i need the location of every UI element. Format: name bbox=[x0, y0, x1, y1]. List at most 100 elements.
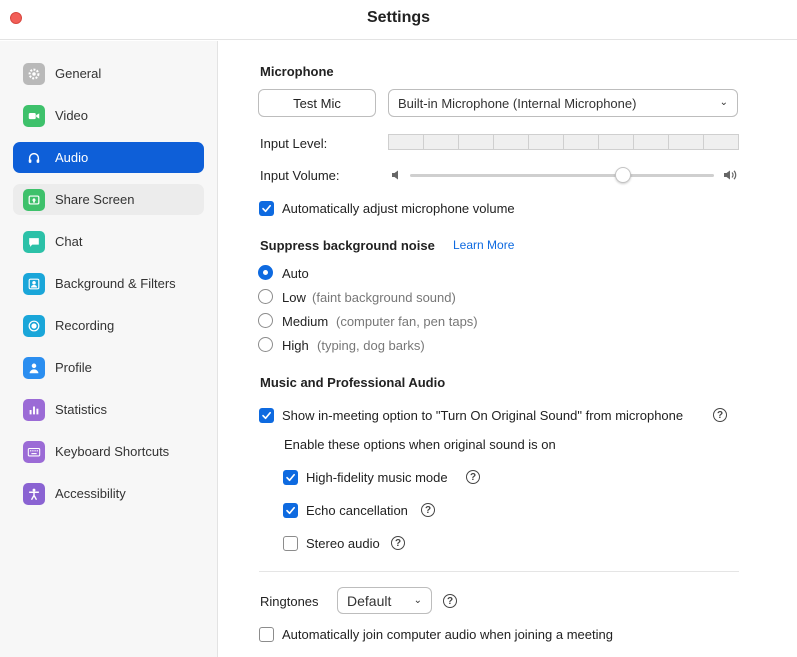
input-level-segment bbox=[528, 134, 564, 150]
sidebar-item-label: General bbox=[55, 66, 102, 81]
stereo-audio-label: Stereo audio bbox=[306, 536, 380, 551]
help-icon[interactable]: ? bbox=[713, 408, 727, 422]
suppress-noise-heading: Suppress background noise bbox=[260, 238, 435, 253]
input-volume-slider-handle[interactable] bbox=[614, 167, 631, 183]
auto-join-audio-label: Automatically join computer audio when j… bbox=[282, 627, 613, 642]
input-volume-label: Input Volume: bbox=[260, 168, 340, 183]
person-frame-icon bbox=[23, 272, 45, 295]
input-level-segment bbox=[598, 134, 634, 150]
echo-cancellation-label: Echo cancellation bbox=[306, 503, 408, 518]
sidebar-item-label: Share Screen bbox=[55, 192, 135, 207]
noise-auto-label: Auto bbox=[282, 266, 309, 281]
keyboard-icon bbox=[23, 440, 45, 463]
person-icon bbox=[23, 356, 45, 379]
sidebar-item-recording[interactable]: Recording bbox=[13, 310, 204, 341]
input-level-segment bbox=[563, 134, 599, 150]
sidebar-item-background-filters[interactable]: Background & Filters bbox=[13, 268, 204, 299]
microphone-heading: Microphone bbox=[260, 64, 334, 79]
input-level-label: Input Level: bbox=[260, 136, 328, 151]
help-icon[interactable]: ? bbox=[443, 594, 457, 608]
auto-adjust-volume-label: Automatically adjust microphone volume bbox=[282, 201, 515, 216]
microphone-device-value: Built-in Microphone (Internal Microphone… bbox=[398, 95, 637, 111]
noise-high-hint: (typing, dog barks) bbox=[317, 338, 425, 353]
sidebar-item-share-screen[interactable]: Share Screen bbox=[13, 184, 204, 215]
sidebar-item-statistics[interactable]: Statistics bbox=[13, 394, 204, 425]
speaker-high-icon bbox=[723, 168, 739, 186]
video-camera-icon bbox=[23, 104, 45, 127]
gear-icon bbox=[23, 62, 45, 85]
music-audio-heading: Music and Professional Audio bbox=[260, 375, 446, 390]
help-icon[interactable]: ? bbox=[466, 470, 480, 484]
noise-low-radio[interactable] bbox=[258, 289, 273, 304]
noise-medium-hint: (computer fan, pen taps) bbox=[336, 314, 478, 329]
microphone-device-select[interactable]: Built-in Microphone (Internal Microphone… bbox=[388, 89, 738, 117]
section-divider bbox=[259, 571, 739, 572]
enable-options-note: Enable these options when original sound… bbox=[284, 437, 556, 452]
help-icon[interactable]: ? bbox=[391, 536, 405, 550]
sidebar-item-label: Statistics bbox=[55, 402, 108, 417]
learn-more-link[interactable]: Learn More bbox=[453, 238, 514, 252]
title-bar: Settings bbox=[0, 0, 797, 40]
sidebar-item-label: Keyboard Shortcuts bbox=[55, 444, 170, 459]
sidebar-item-label: Chat bbox=[55, 234, 83, 249]
stereo-audio-checkbox[interactable] bbox=[283, 536, 298, 551]
input-level-segment bbox=[633, 134, 669, 150]
help-icon[interactable]: ? bbox=[421, 503, 435, 517]
sidebar-item-profile[interactable]: Profile bbox=[13, 352, 204, 383]
input-level-segment bbox=[423, 134, 459, 150]
input-level-segment bbox=[388, 134, 424, 150]
ringtones-label: Ringtones bbox=[260, 594, 319, 609]
sidebar-item-chat[interactable]: Chat bbox=[13, 226, 204, 257]
show-original-sound-checkbox[interactable] bbox=[259, 408, 274, 423]
sidebar-item-audio[interactable]: Audio bbox=[13, 142, 204, 173]
chat-bubble-icon bbox=[23, 230, 45, 253]
noise-high-label: High bbox=[282, 338, 309, 353]
chevron-down-icon: ⌄ bbox=[413, 594, 422, 606]
sidebar-item-label: Video bbox=[55, 108, 89, 123]
noise-auto-radio[interactable] bbox=[258, 265, 273, 280]
audio-settings-panel: Microphone Test Mic Built-in Microphone … bbox=[219, 41, 797, 657]
checkmark-icon bbox=[262, 411, 271, 420]
echo-cancellation-checkbox[interactable] bbox=[283, 503, 298, 518]
input-level-segment bbox=[458, 134, 494, 150]
input-level-segment bbox=[703, 134, 739, 150]
ringtones-value: Default bbox=[347, 592, 392, 609]
window-title: Settings bbox=[366, 9, 431, 26]
headphones-icon bbox=[23, 147, 45, 169]
high-fidelity-checkbox[interactable] bbox=[283, 470, 298, 485]
sidebar-item-label: Audio bbox=[55, 150, 89, 165]
accessibility-icon bbox=[23, 482, 45, 505]
bar-chart-icon bbox=[23, 398, 45, 421]
sidebar-item-video[interactable]: Video bbox=[13, 100, 204, 131]
noise-high-radio[interactable] bbox=[258, 337, 273, 352]
checkmark-icon bbox=[262, 204, 271, 213]
checkmark-icon bbox=[286, 473, 295, 482]
noise-medium-label: Medium bbox=[282, 314, 329, 329]
input-volume-slider-track[interactable] bbox=[410, 174, 714, 177]
sidebar-item-keyboard-shortcuts[interactable]: Keyboard Shortcuts bbox=[13, 436, 204, 467]
sidebar-item-general[interactable]: General bbox=[13, 58, 204, 89]
checkmark-icon bbox=[286, 506, 295, 515]
sidebar-item-label: Background & Filters bbox=[55, 276, 176, 291]
sidebar-item-accessibility[interactable]: Accessibility bbox=[13, 478, 204, 509]
input-level-segment bbox=[668, 134, 704, 150]
test-mic-button[interactable]: Test Mic bbox=[258, 89, 376, 117]
sidebar-item-label: Recording bbox=[55, 318, 115, 333]
input-level-segment bbox=[493, 134, 529, 150]
speaker-low-icon bbox=[391, 168, 401, 186]
noise-medium-radio[interactable] bbox=[258, 313, 273, 328]
noise-low-label: Low bbox=[282, 290, 306, 305]
ringtones-select[interactable]: Default ⌄ bbox=[337, 587, 432, 614]
show-original-sound-label: Show in-meeting option to "Turn On Origi… bbox=[282, 408, 684, 423]
share-screen-icon bbox=[23, 188, 45, 211]
auto-join-audio-checkbox[interactable] bbox=[259, 627, 274, 642]
input-level-meter bbox=[388, 134, 739, 150]
sidebar-item-label: Accessibility bbox=[55, 486, 126, 501]
chevron-down-icon: ⌄ bbox=[719, 96, 728, 108]
auto-adjust-volume-checkbox[interactable] bbox=[259, 201, 274, 216]
sidebar: General Video Audio Share Screen Chat Ba… bbox=[0, 41, 218, 657]
record-icon bbox=[23, 314, 45, 337]
high-fidelity-label: High-fidelity music mode bbox=[306, 470, 448, 485]
sidebar-item-label: Profile bbox=[55, 360, 92, 375]
noise-low-hint: (faint background sound) bbox=[312, 290, 456, 305]
